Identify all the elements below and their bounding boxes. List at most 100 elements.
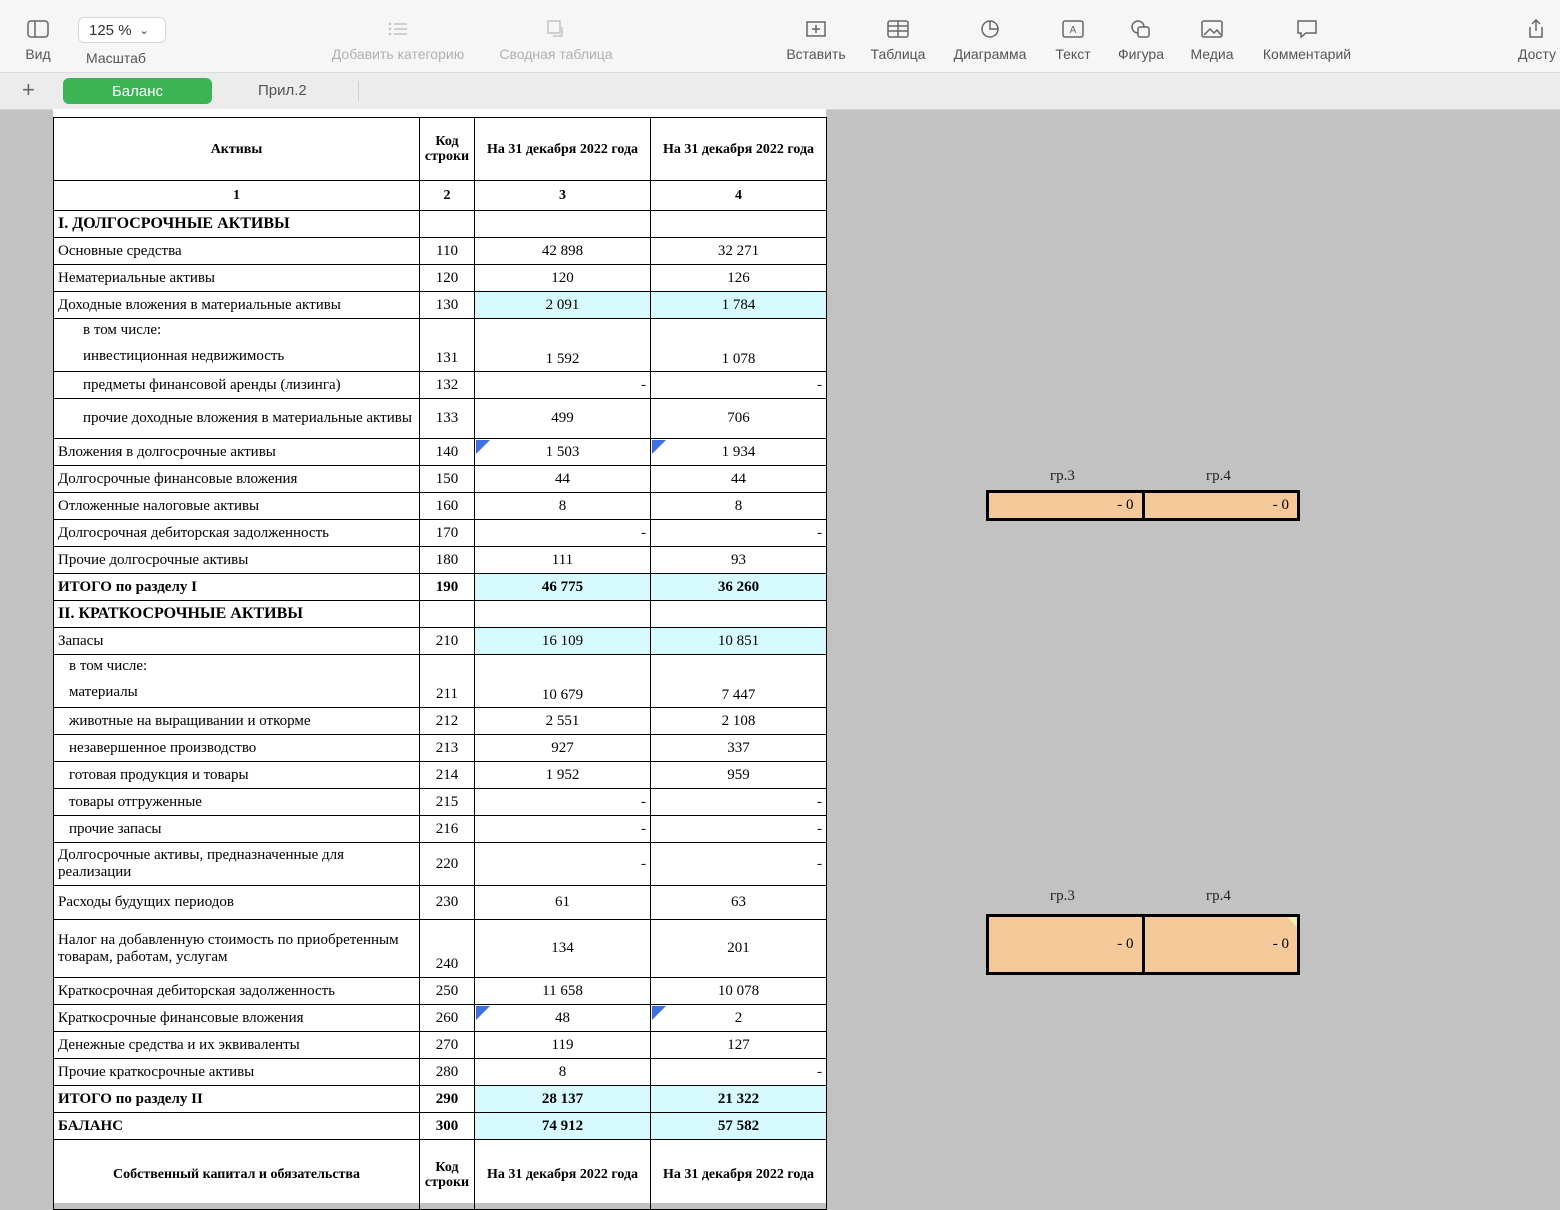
comment-button[interactable]: Комментарий [1254,14,1360,62]
value-col4[interactable]: 1 078 [650,318,827,372]
value-col4[interactable]: 21 322 [650,1085,827,1113]
value-col3[interactable]: 927 [474,734,651,762]
value-col3[interactable]: 111 [474,546,651,574]
row-label[interactable]: Долгосрочная дебиторская задолженность [53,519,420,547]
value-col3[interactable]: 16 109 [474,627,651,655]
value-col3[interactable]: 42 898 [474,237,651,265]
row-code[interactable]: 270 [419,1031,475,1059]
row-code[interactable]: 131 [419,318,475,372]
row-code[interactable] [419,210,475,238]
row-label[interactable]: Денежные средства и их эквиваленты [53,1031,420,1059]
value-col3[interactable]: 119 [474,1031,651,1059]
row-code[interactable]: 210 [419,627,475,655]
row-code[interactable]: 230 [419,885,475,920]
value-col3[interactable]: - [474,371,651,399]
row-label[interactable]: Налог на добавленную стоимость по приобр… [53,919,420,978]
value-col4[interactable]: 706 [650,398,827,439]
column-number[interactable]: 3 [474,180,651,211]
row-label[interactable]: прочие запасы [53,815,420,843]
header-date-2[interactable]: На 31 декабря 2022 года [650,117,827,181]
value-col4[interactable]: - [650,788,827,816]
row-label[interactable]: прочие доходные вложения в материальные … [53,398,420,439]
value-col3[interactable]: 2 091 [474,291,651,319]
check-cell-col4[interactable]: - 0 [1145,493,1298,518]
value-col4[interactable]: - [650,815,827,843]
row-label[interactable]: Долгосрочные активы, предназначенные для… [53,842,420,886]
value-col4[interactable]: 36 260 [650,573,827,601]
row-code[interactable]: 240 [419,919,475,978]
value-col3[interactable]: 2 551 [474,707,651,735]
row-label[interactable]: Основные средства [53,237,420,265]
header-date-2[interactable]: На 31 декабря 2022 года [650,1139,827,1210]
tab-appendix-2[interactable]: Прил.2 [258,82,307,99]
row-code[interactable]: 130 [419,291,475,319]
value-col3[interactable]: 1 952 [474,761,651,789]
value-col3[interactable]: 120 [474,264,651,292]
row-code[interactable]: 300 [419,1112,475,1140]
value-col4[interactable] [650,600,827,628]
row-code[interactable]: 216 [419,815,475,843]
zoom-select[interactable]: 125 % ⌄ [78,17,166,43]
value-col4[interactable]: - [650,842,827,886]
row-code[interactable]: 220 [419,842,475,886]
value-col4[interactable]: 2 [650,1004,827,1032]
value-col4[interactable]: 57 582 [650,1112,827,1140]
value-col3[interactable]: 1 592 [474,318,651,372]
value-col4[interactable]: 959 [650,761,827,789]
value-col3[interactable]: - [474,788,651,816]
value-col4[interactable] [650,210,827,238]
row-label[interactable]: в том числе: материалы [53,654,420,708]
value-col3[interactable] [474,600,651,628]
row-label[interactable]: ИТОГО по разделу II [53,1085,420,1113]
row-label[interactable]: Вложения в долгосрочные активы [53,438,420,466]
row-code[interactable]: 170 [419,519,475,547]
row-label[interactable]: Нематериальные активы [53,264,420,292]
row-code[interactable]: 211 [419,654,475,708]
value-col4[interactable]: 8 [650,492,827,520]
value-col4[interactable]: 32 271 [650,237,827,265]
value-col3[interactable]: 61 [474,885,651,920]
value-col3[interactable]: 48 [474,1004,651,1032]
row-code[interactable]: 250 [419,977,475,1005]
share-button[interactable]: Досту [1518,14,1560,62]
row-label[interactable]: I. ДОЛГОСРОЧНЫЕ АКТИВЫ [53,210,420,238]
chart-button[interactable]: Диаграмма [946,14,1034,62]
row-code[interactable]: 160 [419,492,475,520]
row-label[interactable]: Расходы будущих периодов [53,885,420,920]
row-code[interactable]: 260 [419,1004,475,1032]
value-col4[interactable]: - [650,1058,827,1086]
column-number[interactable]: 1 [53,180,420,211]
row-code[interactable]: 133 [419,398,475,439]
row-code[interactable] [419,600,475,628]
row-label[interactable]: Запасы [53,627,420,655]
row-code[interactable]: 132 [419,371,475,399]
text-button[interactable]: A Текст [1050,14,1096,62]
row-label[interactable]: животные на выращивании и откорме [53,707,420,735]
value-col4[interactable]: 93 [650,546,827,574]
column-number[interactable]: 2 [419,180,475,211]
value-col3[interactable]: 46 775 [474,573,651,601]
value-col3[interactable]: 134 [474,919,651,978]
check-cell-col3[interactable]: - 0 [989,493,1145,518]
row-label[interactable]: Долгосрочные финансовые вложения [53,465,420,493]
header-assets[interactable]: Активы [53,117,420,181]
row-code[interactable]: 120 [419,264,475,292]
value-col3[interactable]: 10 679 [474,654,651,708]
row-code[interactable]: 180 [419,546,475,574]
pivot-table-button[interactable]: Сводная таблица [492,14,620,62]
row-code[interactable]: 215 [419,788,475,816]
value-col3[interactable]: 44 [474,465,651,493]
value-col4[interactable]: 10 851 [650,627,827,655]
row-label[interactable]: Отложенные налоговые активы [53,492,420,520]
value-col3[interactable]: 499 [474,398,651,439]
view-button[interactable]: Вид [20,14,56,62]
value-col4[interactable]: 44 [650,465,827,493]
tab-balance[interactable]: Баланс [63,78,212,104]
value-col4[interactable]: 201 [650,919,827,978]
row-code[interactable]: 290 [419,1085,475,1113]
value-col3[interactable]: - [474,815,651,843]
row-code[interactable]: 213 [419,734,475,762]
value-col3[interactable]: 74 912 [474,1112,651,1140]
header-code[interactable]: Код строки [419,1139,475,1210]
value-col3[interactable] [474,210,651,238]
